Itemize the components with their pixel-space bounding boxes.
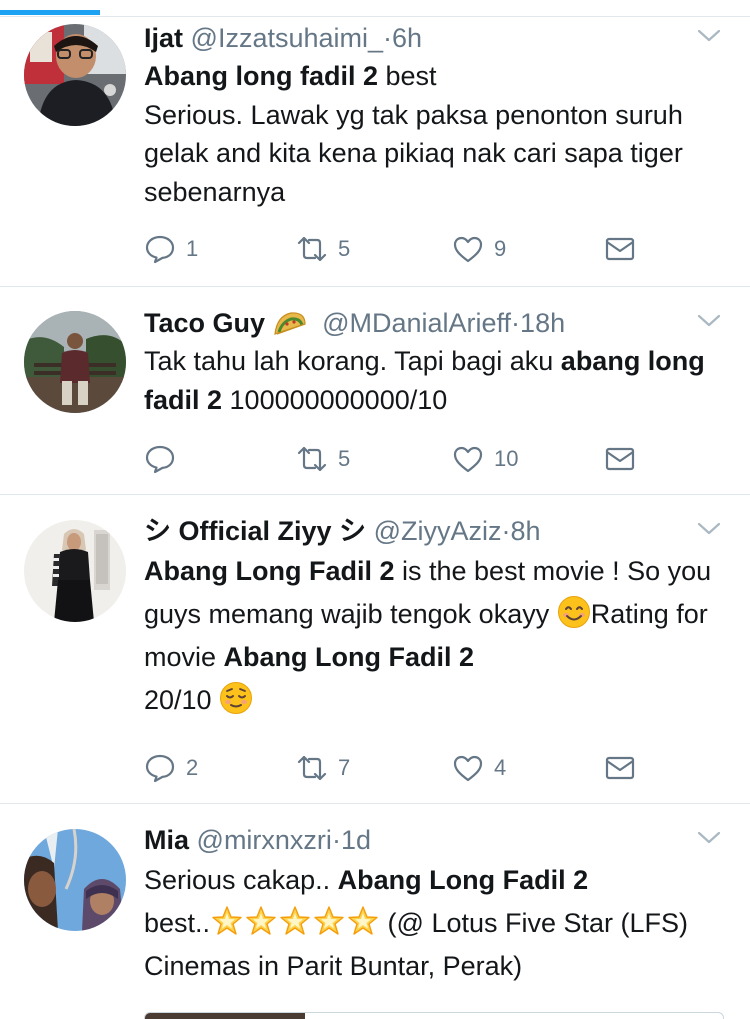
timestamp[interactable]: 6h: [392, 23, 422, 53]
like-button[interactable]: 10: [452, 441, 518, 477]
avatar[interactable]: [24, 520, 126, 622]
glowing-star-icon: [246, 906, 276, 935]
reply-button[interactable]: [144, 441, 186, 477]
tweet-text: Abang long fadil 2 best Serious. Lawak y…: [144, 57, 722, 211]
glowing-star-icon: [212, 906, 242, 935]
tweet-text: Serious cakap.. Abang Long Fadil 2 best.…: [144, 859, 722, 988]
like-count: 4: [494, 755, 507, 780]
retweet-icon: [297, 446, 327, 472]
envelope-icon: [605, 237, 635, 261]
like-count: 10: [494, 446, 519, 471]
user-handle[interactable]: @ZiyyAziz: [374, 516, 502, 546]
avatar[interactable]: [24, 24, 126, 126]
reply-count: 2: [186, 755, 199, 780]
display-name[interactable]: Mia: [144, 825, 189, 855]
avatar[interactable]: [24, 829, 126, 931]
retweet-button[interactable]: 5: [296, 441, 350, 477]
retweet-count: 5: [338, 446, 351, 471]
chevron-down-icon[interactable]: [696, 515, 722, 541]
text-segment: 20/10: [144, 685, 220, 715]
envelope-icon: [605, 756, 635, 780]
text-segment: best..: [144, 908, 211, 938]
separator-dot: ·: [331, 825, 341, 855]
tweet-text: Tak tahu lah korang. Tapi bagi aku abang…: [144, 342, 722, 419]
direct-message-button[interactable]: [604, 441, 636, 477]
tweet-actions: 2 7 4: [144, 750, 644, 786]
keyword-highlight: Abang Long Fadil 2: [223, 642, 475, 672]
keyword-highlight: Abang Long Fadil 2: [144, 556, 395, 586]
glowing-star-icon: [314, 906, 344, 935]
envelope-icon: [605, 447, 635, 471]
timestamp[interactable]: 18h: [520, 308, 565, 338]
chevron-down-icon[interactable]: [696, 307, 722, 333]
chevron-down-icon[interactable]: [696, 22, 722, 48]
retweet-count: 5: [338, 236, 351, 261]
text-segment: 100000000000/10: [222, 384, 448, 415]
timestamp[interactable]: 1d: [341, 825, 371, 855]
heart-icon: [453, 446, 483, 473]
retweet-button[interactable]: 7: [296, 750, 350, 786]
star-emoji-row: [210, 906, 380, 938]
reply-icon: [145, 235, 175, 264]
taco-icon: [273, 312, 306, 335]
retweet-button[interactable]: 5: [296, 231, 350, 267]
tweet-header: Taco Guy @MDanialArieff·18h: [144, 305, 722, 341]
top-tab-bar: [0, 0, 750, 17]
tweet-card[interactable]: Mia @mirxnxzri·1d Serious cakap.. Abang …: [0, 804, 750, 1019]
chevron-down-icon[interactable]: [696, 824, 722, 850]
reply-button[interactable]: 1: [144, 231, 198, 267]
heart-icon: [453, 236, 483, 263]
separator-dot: ·: [511, 308, 521, 338]
timestamp[interactable]: 8h: [511, 516, 541, 546]
retweet-icon: [297, 236, 327, 262]
avatar[interactable]: [24, 311, 126, 413]
tweet-header: シ Official Ziyy シ @ZiyyAziz·8h: [144, 513, 722, 549]
display-name[interactable]: Ijat: [144, 23, 183, 53]
active-tab-indicator: [0, 10, 100, 15]
tweet-actions: 1 5 9: [144, 231, 644, 267]
like-button[interactable]: 4: [452, 750, 506, 786]
reply-icon: [145, 445, 175, 474]
like-count: 9: [494, 236, 507, 261]
tweet-card[interactable]: Ijat @Izzatsuhaimi_·6h Abang long fadil …: [0, 17, 750, 287]
tweet-header: Ijat @Izzatsuhaimi_·6h: [144, 20, 722, 56]
reply-icon: [145, 754, 175, 783]
relieved-face-icon: [220, 682, 253, 714]
user-handle[interactable]: @MDanialArieff: [322, 308, 511, 338]
tweet-card[interactable]: シ Official Ziyy シ @ZiyyAziz·8h Abang Lon…: [0, 495, 750, 804]
retweet-icon: [297, 755, 327, 781]
reply-count: 1: [186, 236, 199, 261]
keyword-highlight: Abang Long Fadil 2: [337, 865, 589, 895]
glowing-star-icon: [348, 906, 378, 935]
heart-icon: [453, 755, 483, 782]
user-handle[interactable]: @Izzatsuhaimi_: [191, 23, 383, 53]
user-handle[interactable]: @mirxnxzri: [197, 825, 332, 855]
text-segment: Serious cakap..: [144, 865, 338, 895]
like-button[interactable]: 9: [452, 231, 506, 267]
direct-message-button[interactable]: [604, 750, 636, 786]
text-segment: Tak tahu lah korang. Tapi bagi aku: [144, 346, 561, 376]
separator-dot: ·: [383, 23, 393, 53]
glowing-star-icon: [280, 906, 310, 935]
separator-dot: ·: [501, 516, 511, 546]
smiling-face-icon: [557, 596, 590, 628]
tweet-card[interactable]: Taco Guy @MDanialArieff·18h Tak tahu lah…: [0, 287, 750, 495]
reply-button[interactable]: 2: [144, 750, 198, 786]
retweet-count: 7: [338, 755, 351, 780]
text-segment: Serious. Lawak yg tak paksa penonton sur…: [144, 99, 683, 207]
display-name[interactable]: シ Official Ziyy シ: [144, 516, 366, 546]
display-name[interactable]: Taco Guy: [144, 308, 265, 338]
text-segment: best: [378, 61, 437, 91]
keyword-highlight: Abang long fadil 2: [144, 61, 378, 91]
tweet-text: Abang Long Fadil 2 is the best movie ! S…: [144, 550, 722, 722]
tweet-actions: 5 10: [144, 441, 644, 477]
direct-message-button[interactable]: [604, 231, 636, 267]
media-preview-edge[interactable]: [144, 1012, 724, 1019]
tweet-header: Mia @mirxnxzri·1d: [144, 822, 722, 858]
